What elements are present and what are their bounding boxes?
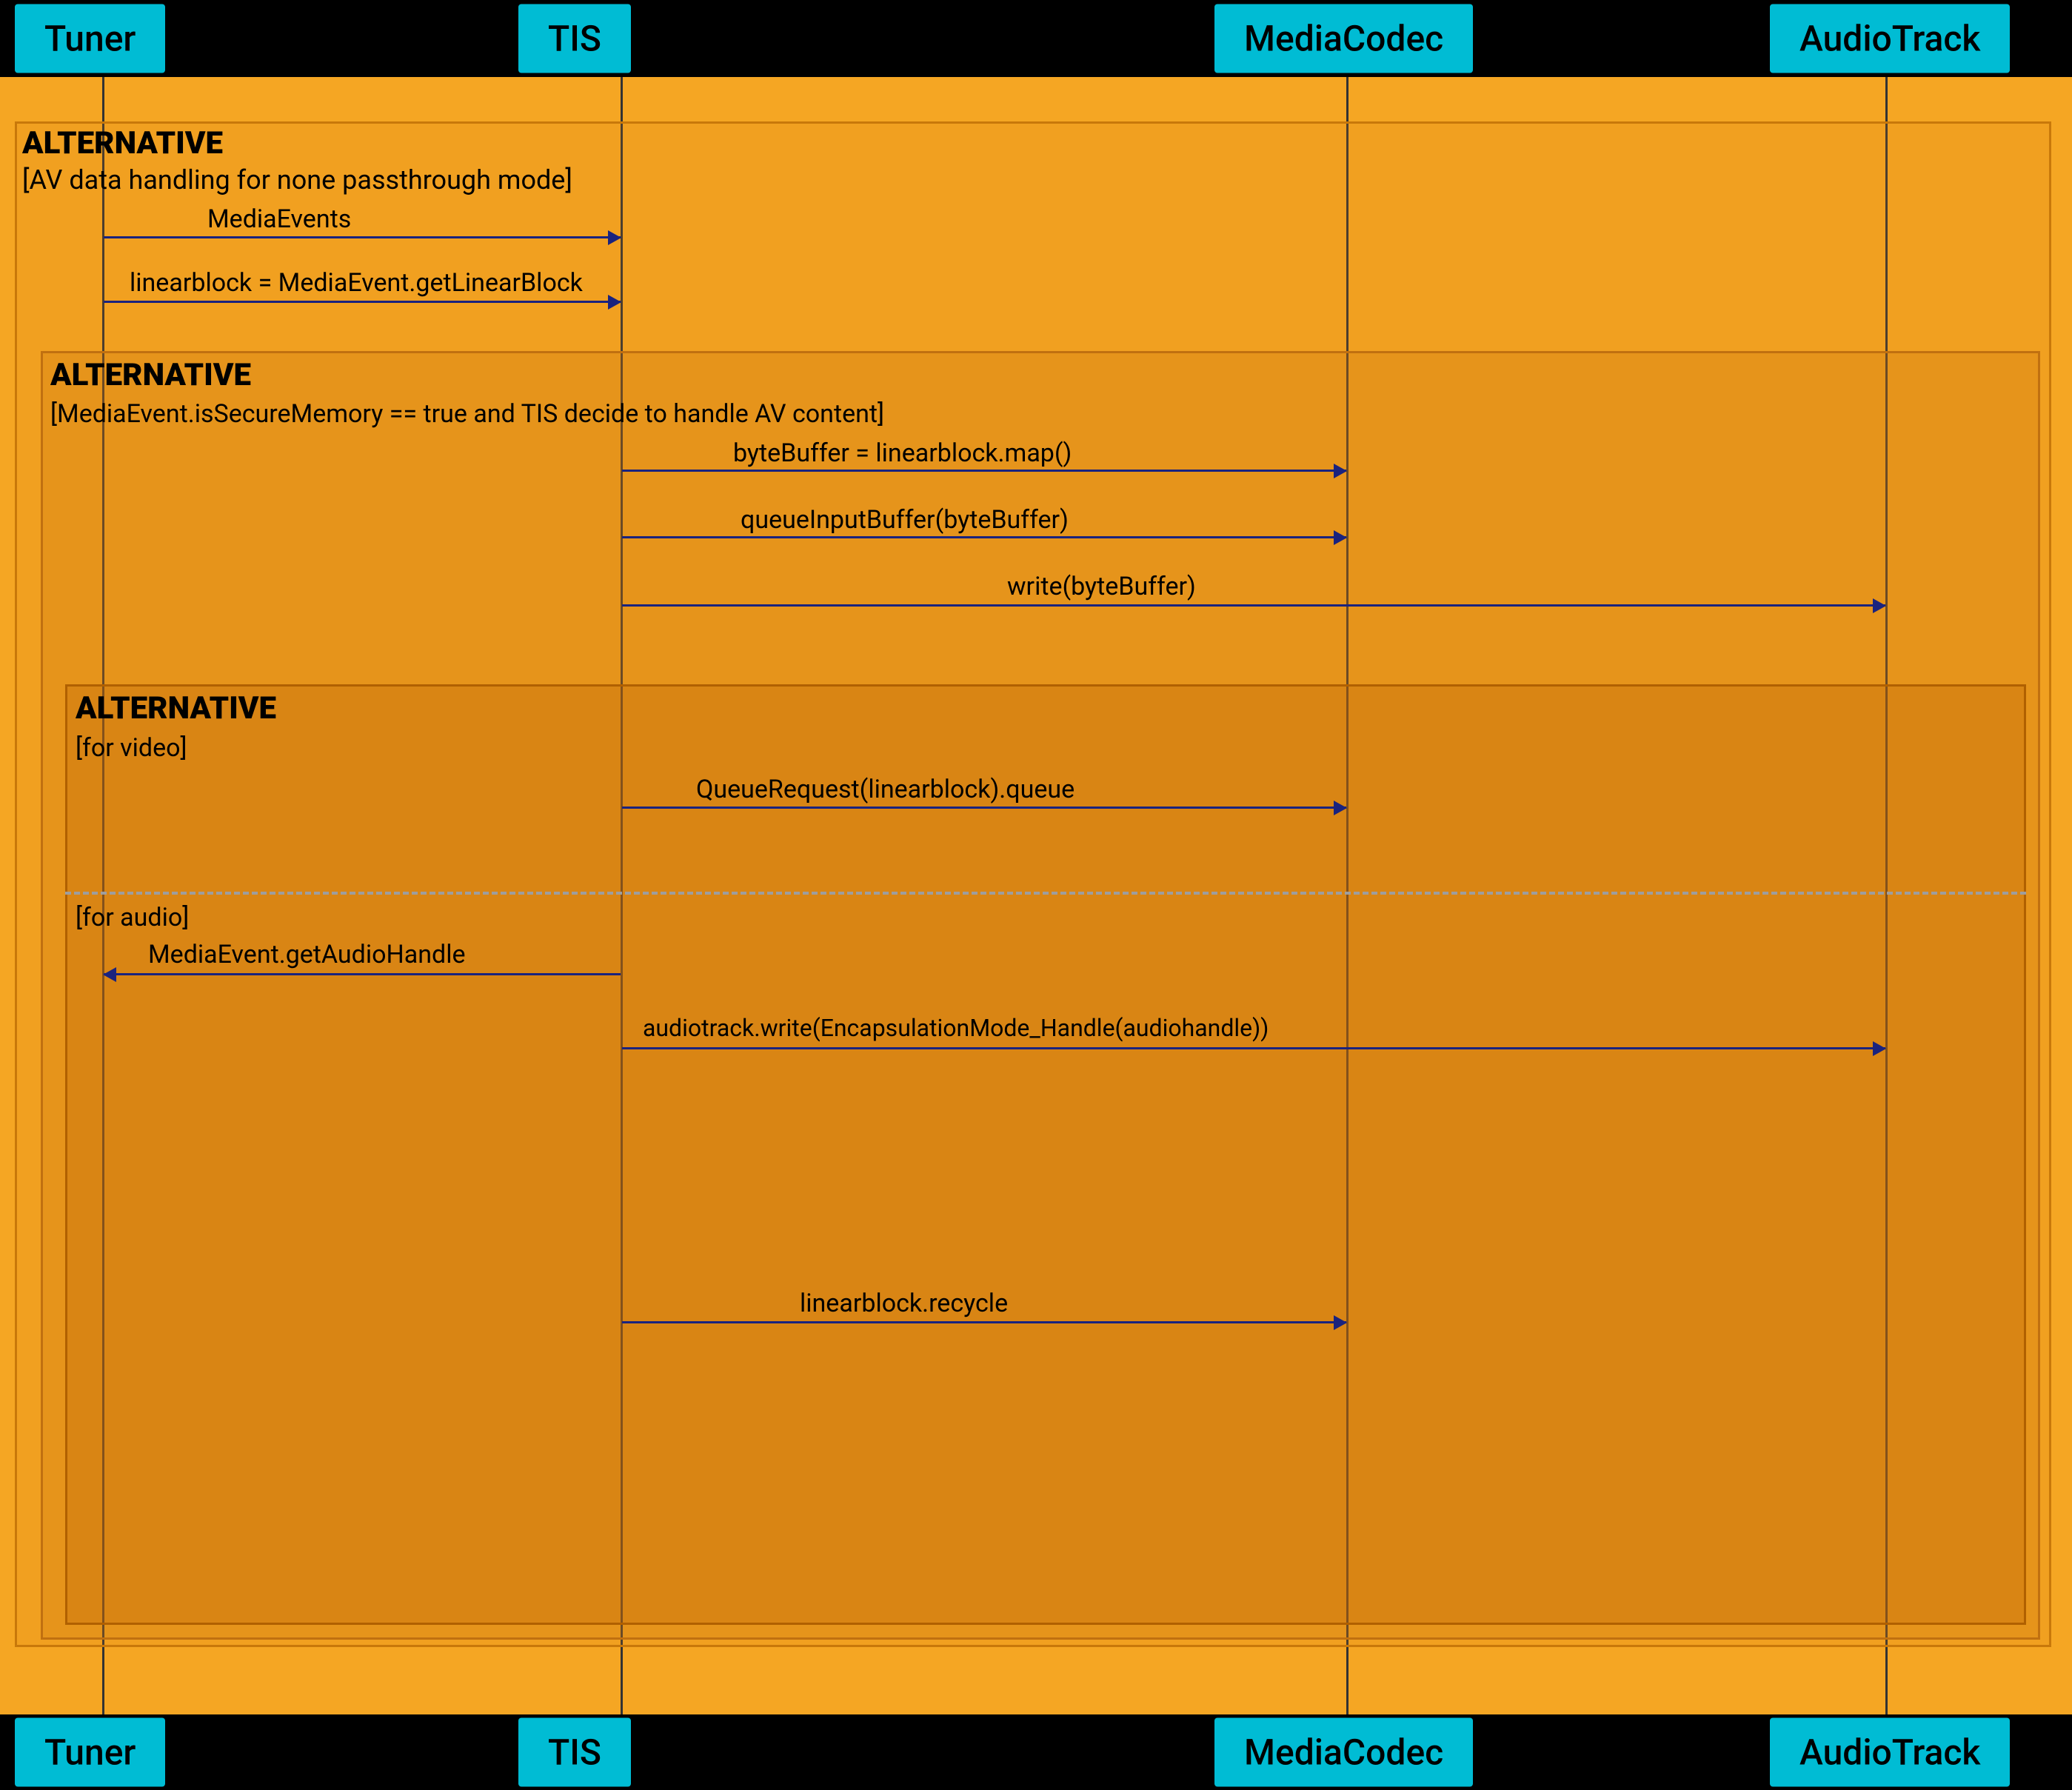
alt-label-middle: ALTERNATIVE	[50, 357, 251, 393]
label-queuerequest: QueueRequest(linearblock).queue	[696, 775, 1075, 804]
actor-tuner-header: Tuner	[15, 4, 165, 73]
arrow-write-bytebuffer	[622, 604, 1885, 607]
label-linearblock-recycle: linearblock.recycle	[800, 1289, 1008, 1318]
arrow-mediaevents	[104, 236, 621, 238]
label-getlinearblock: linearblock = MediaEvent.getLinearBlock	[130, 268, 583, 298]
dashed-divider	[65, 892, 2026, 895]
alt-condition-audio: [for audio]	[76, 903, 189, 932]
arrow-getlinearblock	[104, 301, 621, 303]
actor-mediacodec-footer: MediaCodec	[1214, 1718, 1473, 1787]
header-bar: Tuner TIS MediaCodec AudioTrack	[0, 0, 2072, 77]
label-queueinputbuffer: queueInputBuffer(byteBuffer)	[741, 505, 1069, 535]
alt-frame-inner	[65, 684, 2026, 1625]
label-write-bytebuffer: write(byteBuffer)	[1007, 572, 1196, 601]
arrow-audiotrack-write	[622, 1047, 1885, 1049]
actor-tis-header: TIS	[518, 4, 631, 73]
label-linearblock-map: byteBuffer = linearblock.map()	[733, 438, 1072, 468]
label-mediaevents: MediaEvents	[207, 204, 351, 234]
main-area: ALTERNATIVE [AV data handling for none p…	[0, 77, 2072, 1714]
arrow-linearblock-recycle	[622, 1321, 1346, 1323]
label-audiotrack-write: audiotrack.write(EncapsulationMode_Handl…	[643, 1014, 1269, 1042]
arrow-getaudiohandle	[104, 973, 621, 975]
actor-tuner-footer: Tuner	[15, 1718, 165, 1787]
arrow-queueinputbuffer	[622, 536, 1346, 538]
label-getaudiohandle: MediaEvent.getAudioHandle	[148, 940, 466, 969]
diagram-container: Tuner TIS MediaCodec AudioTrack ALTERNAT…	[0, 0, 2072, 1790]
arrow-linearblock-map	[622, 470, 1346, 472]
arrow-queuerequest	[622, 806, 1346, 809]
alt-label-outer: ALTERNATIVE	[22, 125, 223, 161]
actor-tis-footer: TIS	[518, 1718, 631, 1787]
alt-condition-video: [for video]	[76, 733, 187, 763]
actor-audiotrack-header: AudioTrack	[1770, 4, 2010, 73]
actor-audiotrack-footer: AudioTrack	[1770, 1718, 2010, 1787]
actor-mediacodec-header: MediaCodec	[1214, 4, 1473, 73]
alt-condition-middle: [MediaEvent.isSecureMemory == true and T…	[50, 399, 884, 429]
footer-bar: Tuner TIS MediaCodec AudioTrack	[0, 1714, 2072, 1790]
alt-label-inner: ALTERNATIVE	[76, 690, 276, 727]
alt-condition-outer: [AV data handling for none passthrough m…	[22, 164, 572, 196]
